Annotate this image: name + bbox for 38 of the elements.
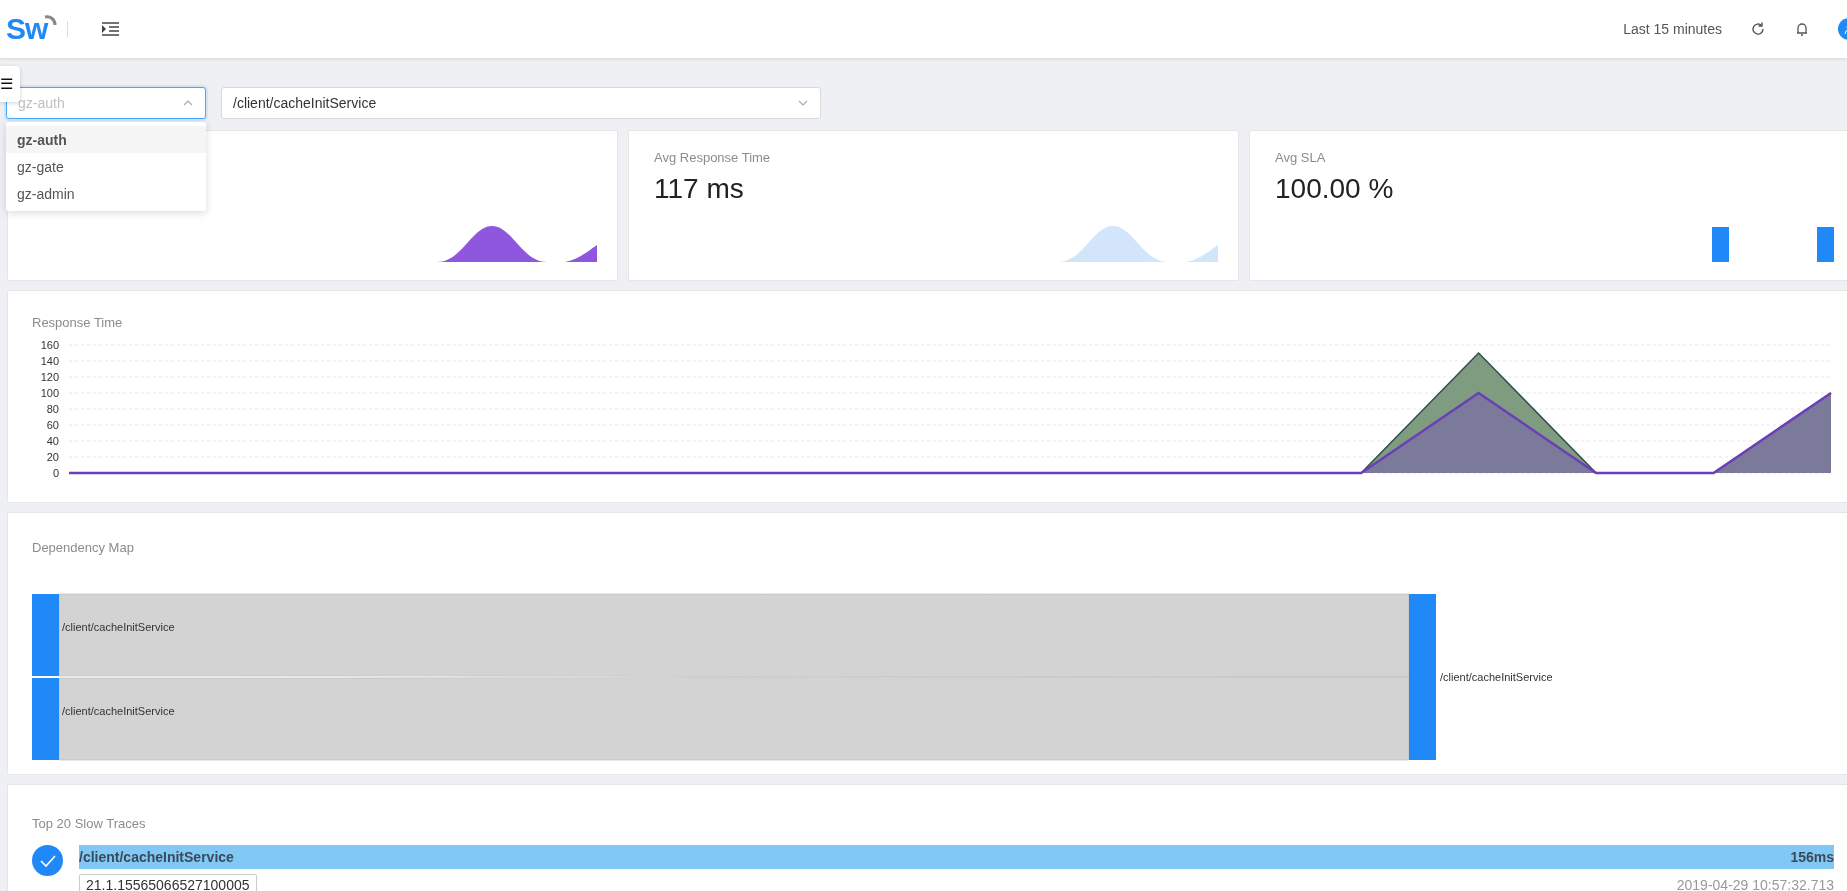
- endpoint-select[interactable]: /client/cacheInitService: [221, 87, 821, 119]
- panel-title: Response Time: [32, 315, 123, 330]
- trace-time: 2019-04-29 10:57:32.713: [1676, 877, 1834, 891]
- axis-tick-label: 80: [46, 403, 59, 415]
- trace-duration: 156ms: [1790, 849, 1834, 865]
- logo[interactable]: Sw: [6, 12, 48, 46]
- axis-tick-label: 0: [52, 467, 59, 479]
- card-title: Avg SLA: [1275, 150, 1326, 165]
- card-title: Avg Response Time: [654, 150, 771, 165]
- metric-value: 100.00 %: [1275, 173, 1394, 204]
- node-label: /client/cacheInitService: [1440, 671, 1553, 683]
- sidebar-toggle[interactable]: ☰: [0, 66, 20, 102]
- axis-tick-label: 20: [46, 451, 59, 463]
- dropdown-option[interactable]: gz-gate: [6, 153, 206, 180]
- trace-endpoint: /client/cacheInitService: [79, 849, 234, 865]
- refresh-icon[interactable]: [1750, 21, 1766, 37]
- time-range-button[interactable]: Last 15 minutes: [1623, 21, 1722, 37]
- node-label: /client/cacheInitService: [62, 621, 175, 633]
- check-icon: [32, 845, 63, 876]
- duration-bar[interactable]: [79, 845, 1834, 869]
- axis-tick-label: 100: [40, 387, 59, 399]
- metric-value: 117 ms: [654, 173, 744, 204]
- node-label: /client/cacheInitService: [62, 705, 175, 717]
- dropdown-option[interactable]: gz-admin: [6, 180, 206, 207]
- dropdown-option[interactable]: gz-auth: [6, 126, 206, 153]
- bell-icon[interactable]: [1794, 21, 1810, 37]
- trace-id-tag[interactable]: 21.1.15565066527100005: [79, 874, 257, 891]
- panel-title: Dependency Map: [32, 540, 134, 555]
- dependency-node[interactable]: [32, 678, 59, 760]
- dependency-node[interactable]: [32, 594, 59, 676]
- axis-tick-label: 60: [46, 419, 59, 431]
- axis-tick-label: 140: [40, 355, 59, 367]
- panel-title: Top 20 Slow Traces: [32, 816, 146, 831]
- axis-tick-label: 40: [46, 435, 59, 447]
- axis-tick-label: 120: [40, 371, 59, 383]
- axis-tick-label: 160: [40, 339, 59, 351]
- menu-icon[interactable]: [102, 22, 120, 36]
- dependency-node[interactable]: [1409, 594, 1436, 760]
